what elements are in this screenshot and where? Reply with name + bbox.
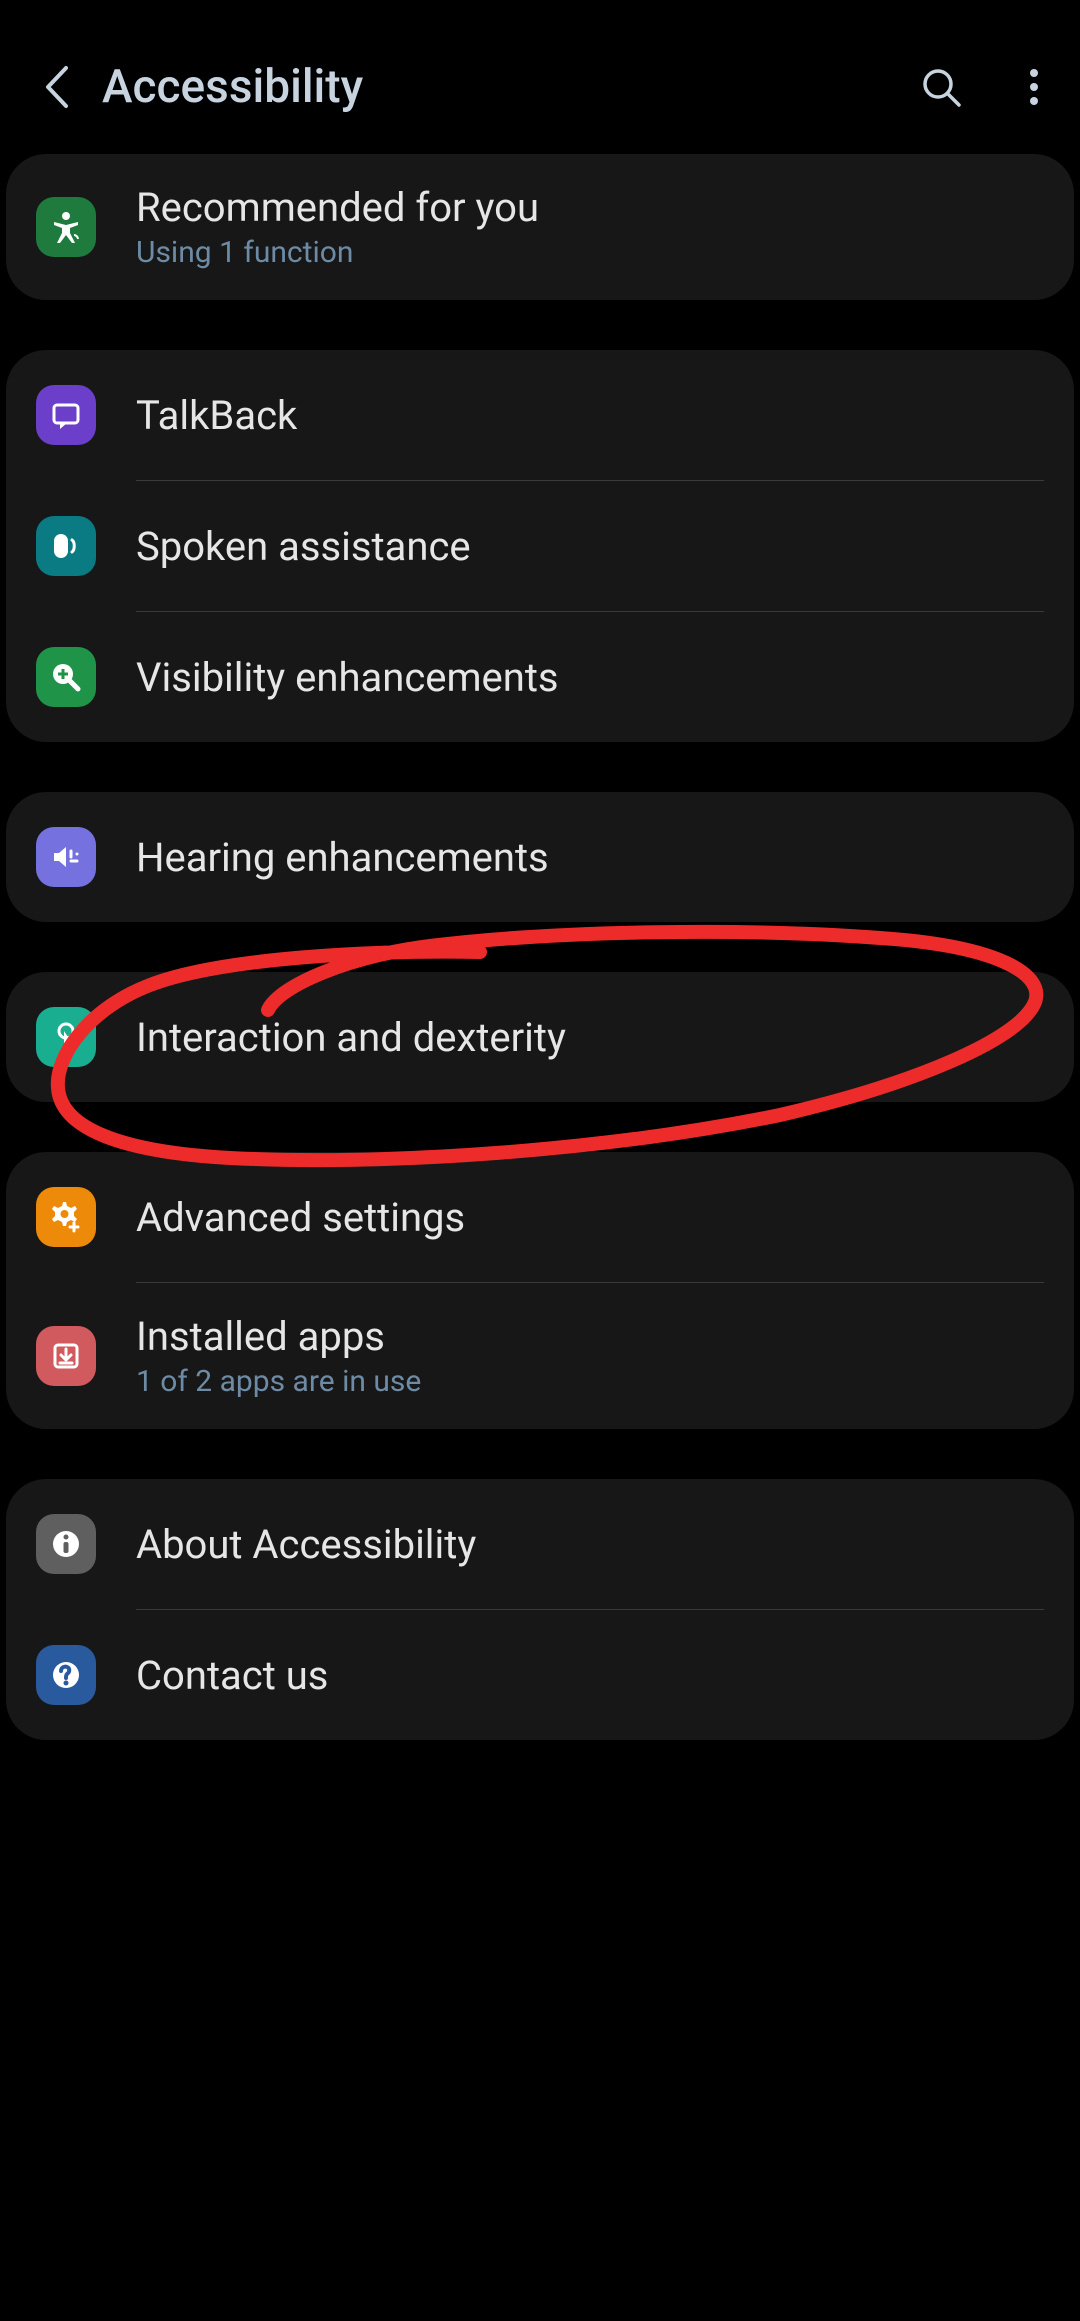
more-options-button[interactable]	[1028, 65, 1040, 109]
item-title: Installed apps	[136, 1313, 1044, 1360]
item-title: About Accessibility	[136, 1521, 1044, 1568]
settings-item-interaction-dexterity[interactable]: Interaction and dexterity	[6, 972, 1074, 1102]
settings-group: Recommended for you Using 1 function	[6, 154, 1074, 300]
chat-icon	[36, 385, 96, 445]
settings-item-installed-apps[interactable]: Installed apps 1 of 2 apps are in use	[6, 1283, 1074, 1429]
item-title: Contact us	[136, 1652, 1044, 1699]
item-title: Interaction and dexterity	[136, 1014, 1044, 1061]
settings-item-about-accessibility[interactable]: About Accessibility	[6, 1479, 1074, 1609]
kebab-menu-icon	[1028, 65, 1040, 109]
gear-icon	[36, 1187, 96, 1247]
item-title: TalkBack	[136, 392, 1044, 439]
touch-icon	[36, 1007, 96, 1067]
item-title: Recommended for you	[136, 184, 1044, 231]
page-title: Accessibility	[102, 60, 889, 114]
item-text: Installed apps 1 of 2 apps are in use	[136, 1313, 1044, 1399]
search-button[interactable]	[919, 65, 963, 109]
header: Accessibility	[0, 0, 1080, 154]
settings-group: Advanced settings Installed apps 1 of 2 ap…	[6, 1152, 1074, 1429]
settings-group: TalkBack Spoken assistance Visibility enha…	[6, 350, 1074, 742]
settings-group: Hearing enhancements	[6, 792, 1074, 922]
info-icon	[36, 1514, 96, 1574]
download-icon	[36, 1326, 96, 1386]
accessibility-icon	[36, 197, 96, 257]
item-subtitle: 1 of 2 apps are in use	[136, 1364, 1044, 1399]
item-subtitle: Using 1 function	[136, 235, 1044, 270]
back-button[interactable]	[40, 62, 72, 112]
sound-icon	[36, 827, 96, 887]
settings-item-visibility-enhancements[interactable]: Visibility enhancements	[6, 612, 1074, 742]
search-icon	[919, 65, 963, 109]
item-title: Hearing enhancements	[136, 834, 1044, 881]
settings-item-hearing-enhancements[interactable]: Hearing enhancements	[6, 792, 1074, 922]
settings-item-contact-us[interactable]: Contact us	[6, 1610, 1074, 1740]
item-text: Advanced settings	[136, 1194, 1044, 1241]
item-text: Hearing enhancements	[136, 834, 1044, 881]
settings-item-spoken-assistance[interactable]: Spoken assistance	[6, 481, 1074, 611]
item-title: Spoken assistance	[136, 523, 1044, 570]
item-text: TalkBack	[136, 392, 1044, 439]
speaker-icon	[36, 516, 96, 576]
item-title: Advanced settings	[136, 1194, 1044, 1241]
item-title: Visibility enhancements	[136, 654, 1044, 701]
settings-group: Interaction and dexterity	[6, 972, 1074, 1102]
help-icon	[36, 1645, 96, 1705]
item-text: Interaction and dexterity	[136, 1014, 1044, 1061]
settings-item-talkback[interactable]: TalkBack	[6, 350, 1074, 480]
item-text: Contact us	[136, 1652, 1044, 1699]
item-text: About Accessibility	[136, 1521, 1044, 1568]
settings-item-recommended[interactable]: Recommended for you Using 1 function	[6, 154, 1074, 300]
magnify-icon	[36, 647, 96, 707]
item-text: Visibility enhancements	[136, 654, 1044, 701]
item-text: Recommended for you Using 1 function	[136, 184, 1044, 270]
settings-item-advanced-settings[interactable]: Advanced settings	[6, 1152, 1074, 1282]
chevron-left-icon	[40, 62, 72, 112]
settings-group: About Accessibility Contact us	[6, 1479, 1074, 1740]
item-text: Spoken assistance	[136, 523, 1044, 570]
